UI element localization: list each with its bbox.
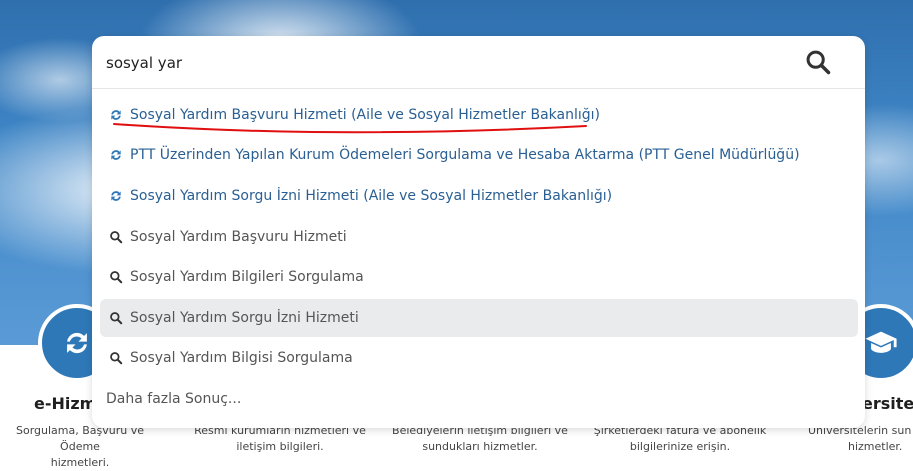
search-icon bbox=[806, 50, 831, 75]
suggestion-label: Sosyal Yardım Sorgu İzni Hizmeti (Aile v… bbox=[130, 188, 613, 204]
refresh-icon bbox=[67, 332, 87, 354]
search-icon bbox=[108, 310, 124, 326]
search-icon bbox=[108, 350, 124, 366]
red-underline-annotation bbox=[113, 123, 587, 134]
suggestion-label: Sosyal Yardım Başvuru Hizmeti bbox=[130, 229, 347, 245]
suggestion-label: PTT Üzerinden Yapılan Kurum Ödemeleri So… bbox=[130, 147, 800, 163]
suggestion-query-item[interactable]: Sosyal Yardım Başvuru Hizmeti bbox=[100, 218, 858, 256]
graduation-cap-icon bbox=[865, 331, 897, 353]
suggestion-service-item[interactable]: PTT Üzerinden Yapılan Kurum Ödemeleri So… bbox=[100, 136, 858, 174]
search-button[interactable] bbox=[804, 48, 836, 78]
suggestion-label: Sosyal Yardım Sorgu İzni Hizmeti bbox=[130, 310, 359, 326]
search-icon bbox=[108, 269, 124, 285]
search-icon bbox=[108, 229, 124, 245]
refresh-icon bbox=[108, 188, 124, 204]
suggestion-query-item[interactable]: Sosyal Yardım Bilgisi Sorgulama bbox=[100, 339, 858, 377]
suggestion-query-item[interactable]: Sosyal Yardım Sorgu İzni Hizmeti bbox=[100, 299, 858, 337]
suggestion-service-item[interactable]: Sosyal Yardım Sorgu İzni Hizmeti (Aile v… bbox=[100, 177, 858, 215]
refresh-icon bbox=[108, 147, 124, 163]
suggestion-label: Sosyal Yardım Bilgileri Sorgulama bbox=[130, 269, 364, 285]
suggestion-query-item[interactable]: Sosyal Yardım Bilgileri Sorgulama bbox=[100, 258, 858, 296]
e-services-description: Sorgulama, Başvuru ve Ödeme hizmetleri. bbox=[15, 424, 144, 469]
search-suggestions-panel: Sosyal Yardım Başvuru Hizmeti (Aile ve S… bbox=[92, 36, 865, 428]
search-input[interactable] bbox=[106, 52, 786, 74]
suggestion-label: Sosyal Yardım Bilgisi Sorgulama bbox=[130, 350, 353, 366]
more-results-link[interactable]: Daha fazla Sonuç... bbox=[106, 391, 241, 407]
universities-title[interactable]: ersitele bbox=[862, 394, 913, 413]
search-bar bbox=[92, 36, 865, 89]
